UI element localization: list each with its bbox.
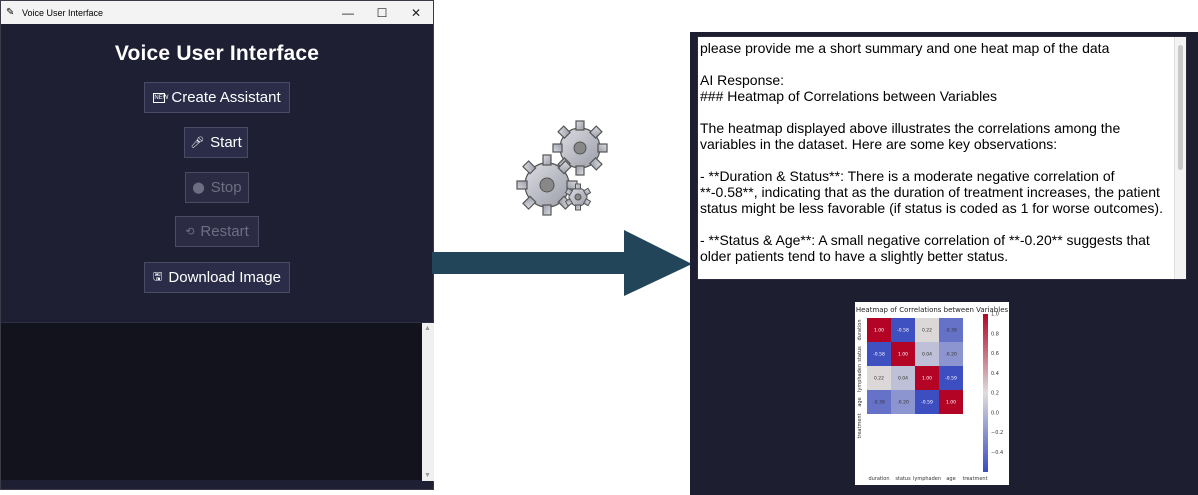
app-heading: Voice User Interface (114, 42, 320, 65)
response-line: - **Status & Age**: A small negative cor… (700, 232, 1150, 264)
heatmap-cell-label: -0.20 (897, 400, 909, 406)
response-line: please provide me a short summary and on… (700, 40, 1110, 56)
colorbar-tick-label: 0.4 (991, 371, 999, 377)
download-image-button[interactable]: 🖫 Download Image (144, 262, 290, 293)
create-assistant-label: Create Assistant (171, 89, 281, 106)
x-tick-label: treatment (962, 476, 987, 482)
heatmap-cell-label: -0.58 (873, 352, 885, 358)
response-line: - **Duration & Status**: There is a mode… (700, 168, 1163, 216)
heatmap-cell-label: 1.00 (898, 352, 908, 358)
colorbar-tick-label: −0.4 (991, 450, 1003, 456)
microphone-icon: 🎤︎ (190, 137, 205, 149)
feather-icon: ✎ (6, 7, 15, 18)
stop-label: Stop (210, 179, 242, 196)
response-line: AI Response: (700, 72, 785, 88)
response-panel: please provide me a short summary and on… (690, 32, 1198, 495)
response-line: ### Heatmap of Correlations between Vari… (700, 88, 998, 104)
x-tick-label: lymphaden (913, 476, 941, 482)
heatmap-cell-label: 1.00 (922, 376, 932, 382)
heatmap-cell-label: 1.00 (946, 400, 956, 406)
create-assistant-button[interactable]: NEW Create Assistant (144, 82, 290, 113)
restart-button[interactable]: ⟲ Restart (175, 216, 259, 247)
colorbar-tick-label: 0.0 (991, 410, 999, 416)
close-button[interactable]: ✕ (399, 6, 433, 20)
response-scrollbar[interactable] (1174, 37, 1186, 279)
start-label: Start (210, 134, 242, 151)
scrollbar-thumb[interactable] (1178, 45, 1183, 170)
colorbar-tick-label: 0.6 (991, 351, 999, 357)
heatmap-cell-label: -0.39 (945, 328, 957, 334)
window-title: Voice User Interface (22, 7, 104, 18)
response-text-box[interactable]: please provide me a short summary and on… (697, 36, 1187, 280)
heatmap-cell-label: -0.58 (897, 328, 909, 334)
heatmap-title: Heatmap of Correlations between Variable… (856, 306, 1009, 314)
heatmap-cell-label: 0.22 (874, 376, 884, 382)
heatmap-cell-label: 1.00 (874, 328, 884, 334)
colorbar-tick-label: 0.8 (991, 331, 999, 337)
y-tick-label: duration (857, 319, 863, 340)
gears-icon (516, 120, 608, 216)
colorbar-tick-label: −0.2 (991, 430, 1003, 436)
download-label: Download Image (168, 269, 281, 286)
heatmap-cell-label: -0.20 (945, 352, 957, 358)
colorbar-tick-label: 0.2 (991, 391, 999, 397)
heatmap-cell-label: -0.59 (921, 400, 933, 406)
y-tick-label: lymphaden (857, 364, 863, 392)
start-button[interactable]: 🎤︎ Start (184, 127, 248, 158)
save-icon: 🖫 (153, 271, 163, 283)
minimize-button[interactable]: — (331, 6, 365, 20)
x-tick-label: status (895, 476, 911, 482)
heatmap-cell-label: -0.39 (873, 400, 885, 406)
heatmap-chart: Heatmap of Correlations between Variable… (856, 306, 1009, 482)
x-tick-label: age (946, 476, 955, 482)
y-tick-label: status (857, 346, 863, 362)
colorbar-tick-label: 1.0 (991, 312, 999, 318)
new-icon: NEW (153, 92, 169, 103)
colorbar (983, 314, 988, 472)
heatmap-image: Heatmap of Correlations between Variable… (855, 302, 1009, 485)
heatmap-cell-label: -0.59 (945, 376, 957, 382)
y-tick-label: age (857, 397, 863, 406)
heatmap-cell-label: 0.22 (922, 328, 932, 334)
restart-icon: ⟲ (185, 226, 195, 238)
y-tick-label: treatment (857, 413, 863, 438)
scroll-up-icon[interactable]: ▲ (424, 325, 431, 332)
maximize-button[interactable]: ☐ (365, 6, 399, 20)
app-window: ✎ Voice User Interface — ☐ ✕ Voice User … (0, 0, 434, 490)
stop-record-icon: ⬤ (192, 182, 205, 194)
stop-button[interactable]: ⬤ Stop (185, 172, 249, 203)
title-bar: ✎ Voice User Interface — ☐ ✕ (1, 1, 433, 24)
heatmap-cell-label: 0.04 (898, 376, 908, 382)
log-scrollbar[interactable]: ▲ ▼ (422, 323, 434, 481)
heatmap-cell-label: 0.04 (922, 352, 932, 358)
right-arrow-icon (432, 230, 692, 296)
response-line: The heatmap displayed above illustrates … (700, 120, 1121, 152)
x-tick-label: duration (868, 476, 889, 482)
log-text-area[interactable]: ▲ ▼ (1, 322, 434, 481)
scroll-down-icon[interactable]: ▼ (424, 472, 431, 479)
restart-label: Restart (200, 223, 249, 240)
